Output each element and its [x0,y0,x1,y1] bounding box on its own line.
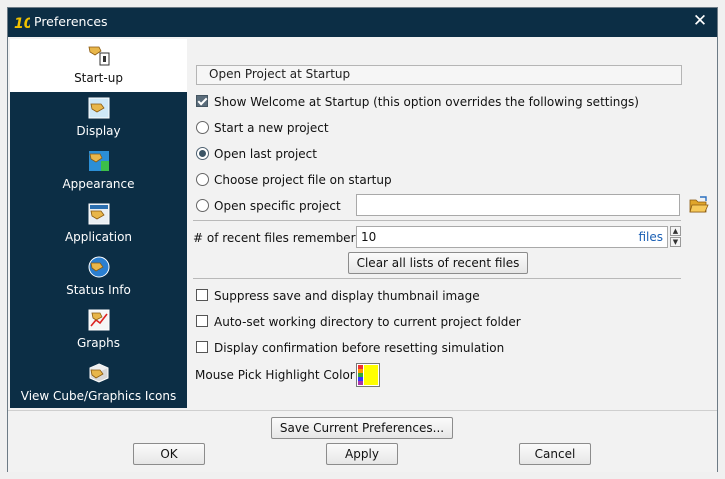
checkbox-label: Show Welcome at Startup (this option ove… [214,95,639,109]
radio-circle[interactable] [196,199,209,212]
graphs-icon [88,309,110,331]
view-cube-icon [89,363,109,383]
separator [193,220,681,221]
checkbox-box[interactable] [196,95,208,107]
sidebar-item-display[interactable]: Display [10,92,187,145]
sidebar-item-label: Appearance [62,177,135,191]
checkbox-label: Suppress save and display thumbnail imag… [214,289,480,303]
sidebar-item-graphs[interactable]: Graphs [10,304,187,357]
dialog-footer: Save Current Preferences... OK Apply Can… [8,410,717,472]
checkbox-label: Display confirmation before resetting si… [214,341,505,355]
recent-files-label-text: # of recent files remembered [193,231,371,245]
recent-files-stepper[interactable]: ▲ ▼ [670,226,682,248]
sidebar-item-label: Display [76,124,121,138]
app-logo-icon: 10 [13,14,30,31]
sidebar-item-label: Application [64,230,133,244]
sidebar-item-application[interactable]: Application [10,198,187,251]
radio-label: Open last project [214,147,317,161]
sidebar-item-status-info[interactable]: Status Info [10,251,187,304]
display-icon [88,97,110,119]
preferences-dialog: 10 Preferences ✕ Start-up Display [7,7,718,472]
radio-label: Choose project file on startup [214,173,392,187]
specific-project-path-input[interactable] [356,194,680,216]
status-info-icon [88,256,110,278]
recent-files-input[interactable]: 10 files [356,226,668,248]
ok-button[interactable]: OK [133,443,205,465]
sidebar-item-label: Status Info [66,283,131,297]
palette-icon [358,365,363,385]
open-folder-icon[interactable] [689,196,709,214]
highlight-color-label-text: Mouse Pick Highlight Color [195,368,355,382]
sidebar-item-label: Start-up [74,71,123,85]
stepper-down-icon[interactable]: ▼ [670,237,681,247]
sidebar-item-view-cube[interactable]: View Cube/Graphics Icons [10,357,187,410]
sidebar-item-startup[interactable]: Start-up [10,39,187,92]
startup-icon [88,46,110,66]
startup-settings-panel: Open Project at Startup Show Welcome at … [189,39,714,408]
cancel-button[interactable]: Cancel [519,443,591,465]
highlight-color-swatch[interactable] [356,363,380,387]
clear-recent-files-button[interactable]: Clear all lists of recent files [348,252,528,274]
sidebar-item-label: View Cube/Graphics Icons [20,389,177,403]
appearance-icon [89,151,109,171]
separator [193,278,681,279]
sidebar-item-appearance[interactable]: Appearance [10,145,187,198]
save-preferences-button[interactable]: Save Current Preferences... [271,417,453,439]
category-sidebar: Start-up Display Appearance Application … [10,39,187,408]
checkbox-box[interactable] [196,315,208,327]
checkbox-box[interactable] [196,289,208,301]
window-title: Preferences [34,14,108,29]
close-icon[interactable]: ✕ [691,11,709,31]
application-icon [88,203,110,225]
radio-label: Start a new project [214,121,329,135]
title-bar: 10 Preferences ✕ [8,8,717,37]
recent-files-value: 10 [361,230,377,244]
radio-label: Open specific project [214,199,341,213]
sidebar-item-label: Graphs [76,336,121,350]
radio-circle[interactable] [196,121,209,134]
recent-files-unit: files [638,230,663,244]
apply-button[interactable]: Apply [326,443,398,465]
group-header-open-project: Open Project at Startup [196,65,682,85]
group-title: Open Project at Startup [209,67,351,81]
radio-circle[interactable] [196,173,209,186]
radio-circle[interactable] [196,147,209,160]
selected-color-fill [364,365,378,385]
stepper-up-icon[interactable]: ▲ [670,226,681,236]
checkbox-box[interactable] [196,341,208,353]
svg-text:10: 10 [14,16,30,31]
checkbox-label: Auto-set working directory to current pr… [214,315,521,329]
